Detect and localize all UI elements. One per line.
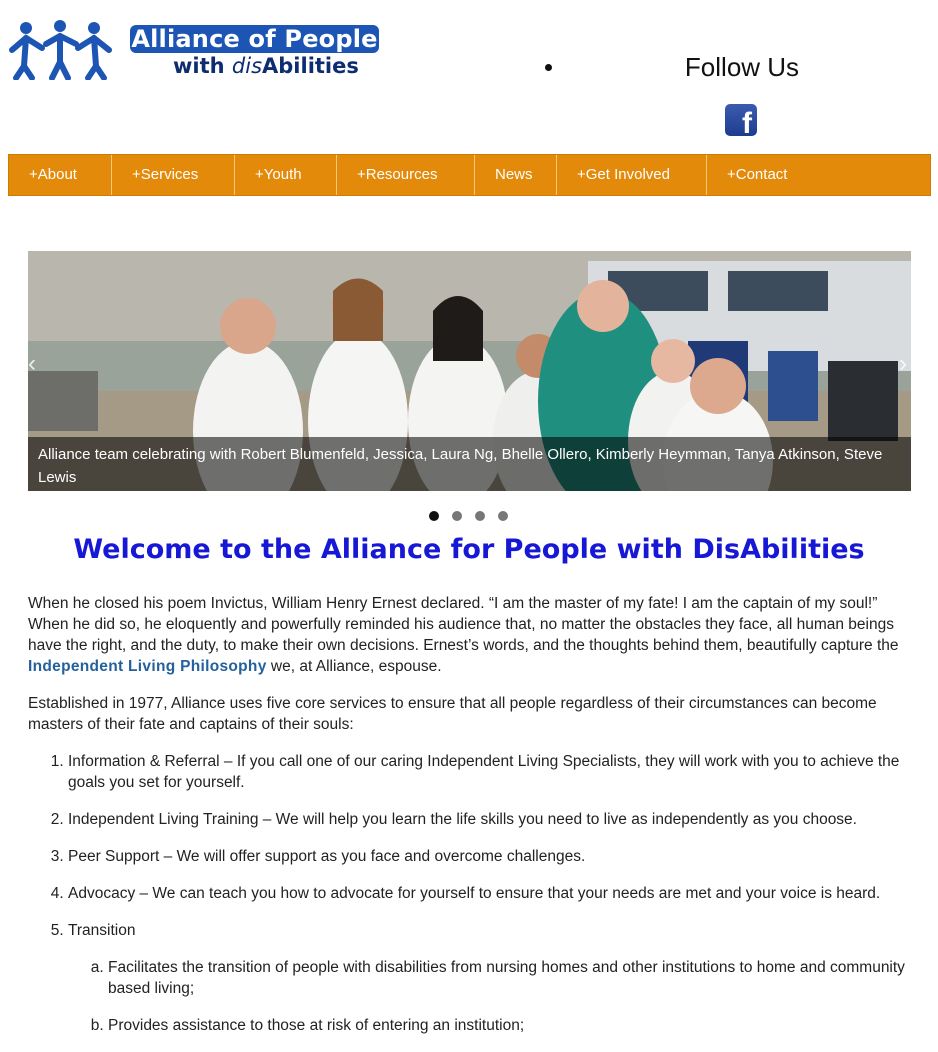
list-item: Advocacy – We can teach you how to advoc…	[68, 883, 908, 904]
chevron-left-icon[interactable]: ‹	[28, 350, 42, 378]
slider-dot[interactable]	[498, 511, 508, 521]
nav-youth[interactable]: +Youth	[235, 155, 337, 195]
nav-news[interactable]: News	[475, 155, 557, 195]
nav-about[interactable]: +About	[9, 155, 112, 195]
main-content: When he closed his poem Invictus, Willia…	[28, 593, 908, 1052]
services-intro: Established in 1977, Alliance uses five …	[28, 695, 877, 733]
nav-services[interactable]: +Services	[112, 155, 235, 195]
slider-dot[interactable]	[475, 511, 485, 521]
slider-dot[interactable]	[452, 511, 462, 521]
chevron-right-icon[interactable]: ›	[899, 350, 913, 378]
page-title: Welcome to the Alliance for People with …	[73, 534, 865, 565]
main-nav: +About +Services +Youth +Resources News …	[8, 154, 931, 196]
list-item: Transition Facilitates the transition of…	[68, 920, 908, 1036]
people-figures-icon	[9, 20, 112, 80]
nav-resources[interactable]: +Resources	[337, 155, 475, 195]
transition-list: Facilitates the transition of people wit…	[68, 957, 908, 1036]
list-item: Independent Living Training – We will he…	[68, 809, 908, 830]
services-list: Information & Referral – If you call one…	[28, 751, 908, 1036]
slide-caption: Alliance team celebrating with Robert Bl…	[28, 437, 911, 491]
list-bullet	[545, 64, 552, 71]
intro-paragraph: When he closed his poem Invictus, Willia…	[28, 595, 899, 675]
list-item: Facilitates the transition of people wit…	[108, 957, 908, 999]
nav-contact[interactable]: +Contact	[707, 155, 930, 195]
independent-living-link[interactable]: Independent Living Philosophy	[28, 658, 267, 675]
list-item: Provides assistance to those at risk of …	[108, 1015, 908, 1036]
site-logo[interactable]: Alliance of People with disAbilities	[8, 18, 383, 82]
logo-title: Alliance of People	[130, 25, 379, 53]
logo-subtitle: with disAbilities	[173, 54, 359, 78]
list-item: Information & Referral – If you call one…	[68, 751, 908, 793]
photo-slider[interactable]: Alliance team celebrating with Robert Bl…	[28, 251, 911, 491]
slider-dot[interactable]	[429, 511, 439, 521]
follow-us-heading: Follow Us	[684, 52, 800, 82]
slider-pagination	[429, 511, 508, 521]
facebook-icon[interactable]: f	[725, 104, 757, 136]
nav-get-involved[interactable]: +Get Involved	[557, 155, 707, 195]
list-item: Peer Support – We will offer support as …	[68, 846, 908, 867]
